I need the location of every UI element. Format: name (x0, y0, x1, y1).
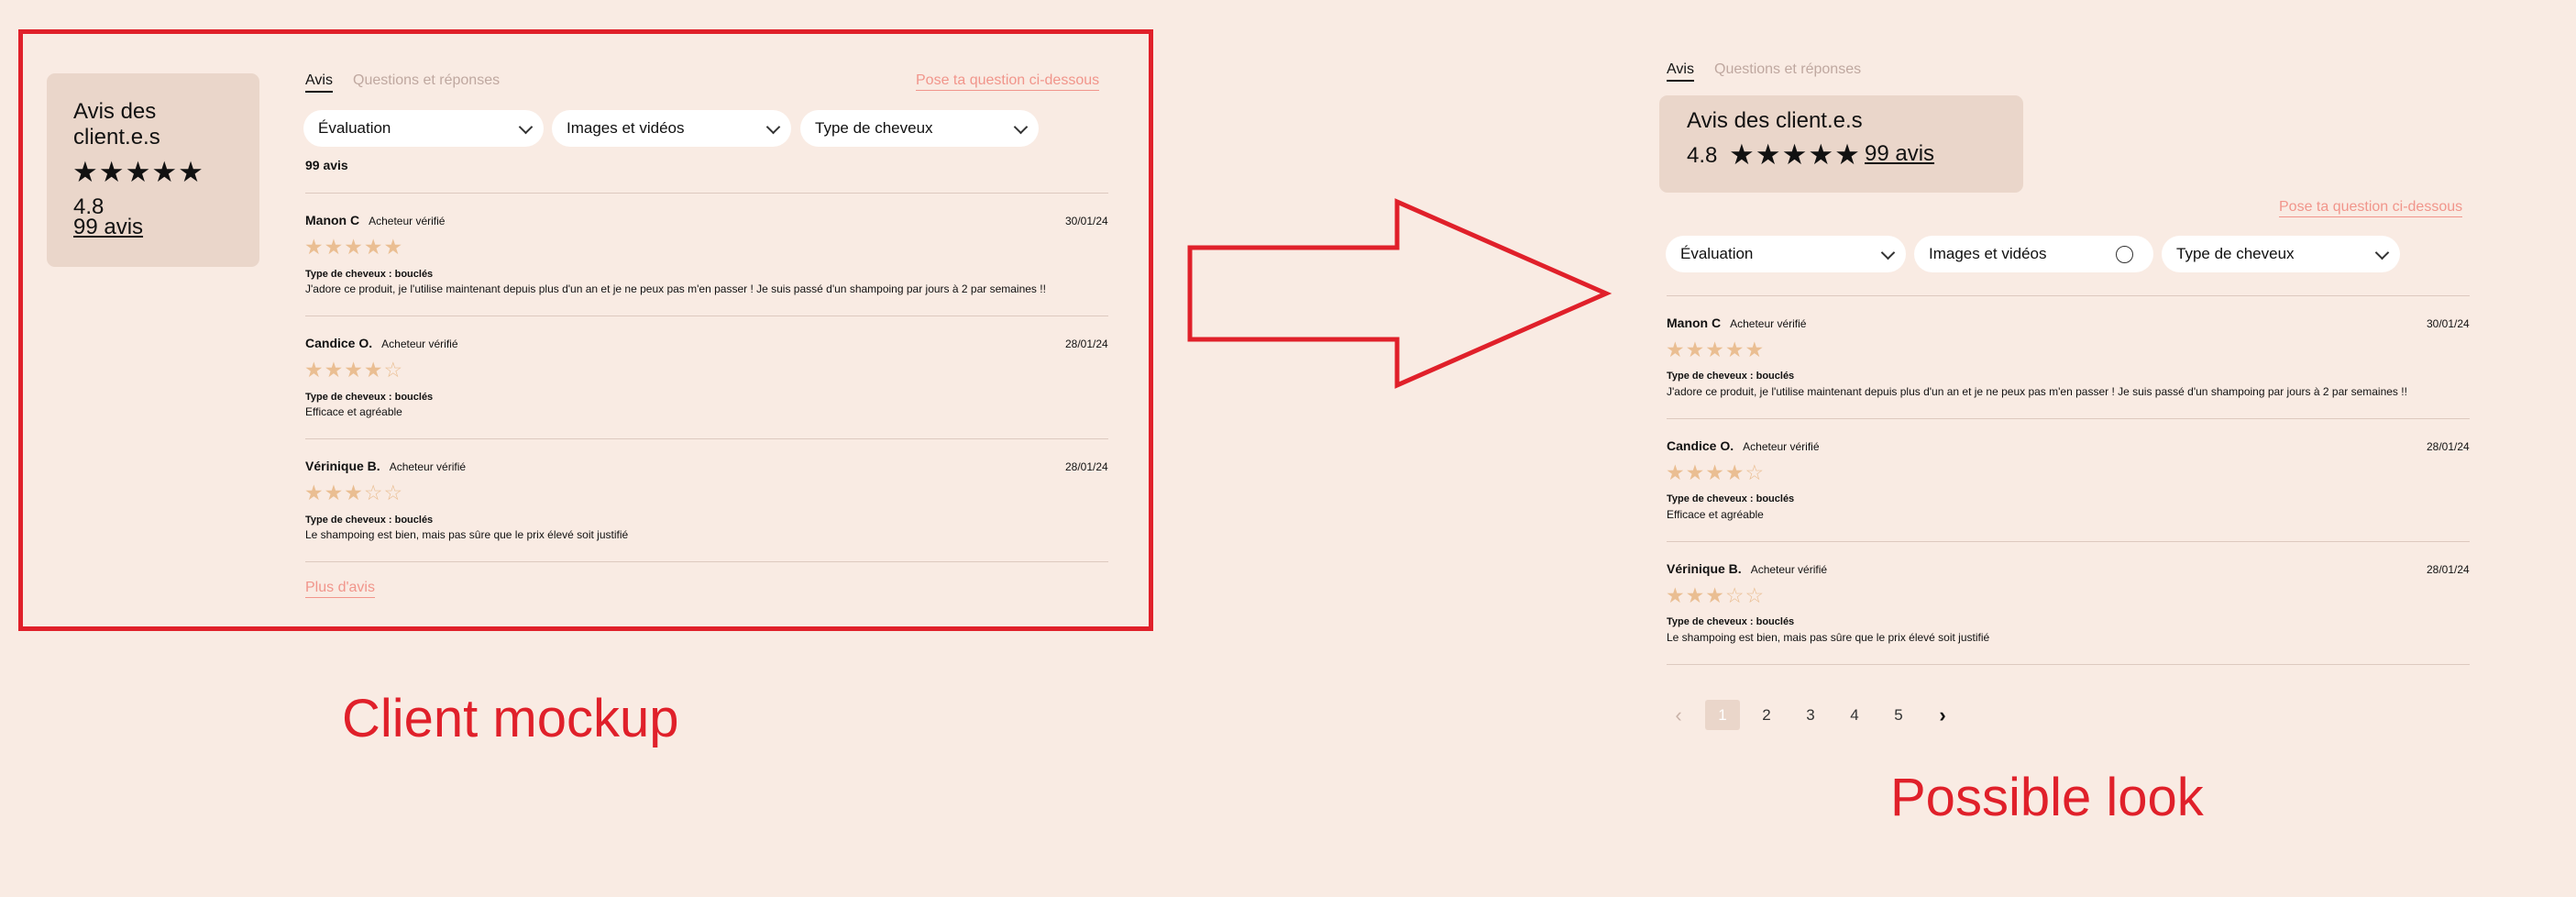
filter-media[interactable]: Images et vidéos (1914, 236, 2153, 272)
page-1-button[interactable]: 1 (1705, 700, 1740, 730)
radio-circle-icon (2116, 246, 2133, 263)
mockup-review-text: Efficace et agréable (305, 405, 402, 418)
tab-reviews[interactable]: Avis (1667, 61, 1694, 82)
mockup-review-stars: ★★★★☆ (304, 358, 404, 382)
review-stars: ★★★☆☆ (1666, 583, 1766, 607)
mockup-caption: Client mockup (342, 689, 679, 748)
arrow-right-icon (1187, 198, 1613, 389)
review-stars: ★★★★★ (1666, 338, 1766, 361)
mockup-review-hair-type: Type de cheveux : bouclés (305, 269, 434, 280)
chevron-down-icon (2374, 245, 2390, 260)
review-hair-type: Type de cheveux : bouclés (1667, 371, 1795, 382)
mockup-review-stars: ★★★★★ (304, 235, 404, 259)
mockup-review-hair-type: Type de cheveux : bouclés (305, 392, 434, 403)
mockup-summary-stars: ★★★★★ (72, 156, 204, 188)
divider (1667, 664, 2470, 665)
review-date: 28/01/24 (2427, 563, 2470, 576)
chevron-down-icon (1880, 245, 1896, 260)
review-date: 28/01/24 (2427, 440, 2470, 453)
mockup-filter-rating[interactable]: Évaluation (303, 110, 544, 147)
page-5-button[interactable]: 5 (1881, 700, 1916, 730)
mockup-summary-title: Avis des client.e.s (73, 99, 160, 150)
summary-rating: 4.8 (1687, 143, 1718, 168)
filter-hair-type[interactable]: Type de cheveux (2162, 236, 2400, 272)
mockup-review-count: 99 avis (305, 158, 348, 172)
divider (1667, 418, 2470, 419)
mockup-more-reviews-link[interactable]: Plus d'avis (305, 580, 375, 598)
summary-title: Avis des client.e.s (1687, 108, 1863, 133)
mockup-review-text: Le shampoing est bien, mais pas sûre que… (305, 528, 629, 541)
chevron-down-icon (1013, 119, 1029, 135)
review-date: 30/01/24 (2427, 317, 2470, 330)
mockup-summary-count-link[interactable]: 99 avis (73, 215, 143, 240)
divider (305, 193, 1108, 194)
mockup-review-author: Vérinique B. Acheteur vérifié (305, 459, 467, 473)
divider (1667, 541, 2470, 542)
mockup-review-author: Candice O. Acheteur vérifié (305, 336, 458, 350)
summary-stars: ★★★★★ (1729, 138, 1861, 171)
mockup-review-date: 28/01/24 (1065, 460, 1108, 473)
mockup-filter-hair-type[interactable]: Type de cheveux (800, 110, 1039, 147)
chevron-down-icon (518, 119, 534, 135)
mockup-review-stars: ★★★☆☆ (304, 481, 404, 504)
mockup-tab-reviews[interactable]: Avis (305, 72, 333, 93)
review-author: Manon C Acheteur vérifié (1667, 316, 1807, 330)
review-hair-type: Type de cheveux : bouclés (1667, 493, 1795, 504)
review-stars: ★★★★☆ (1666, 460, 1766, 484)
pagination: ‹ 1 2 3 4 5 › (1661, 700, 1960, 730)
mockup-filter-media[interactable]: Images et vidéos (552, 110, 791, 147)
filter-rating[interactable]: Évaluation (1666, 236, 1906, 272)
mockup-review-date: 30/01/24 (1065, 215, 1108, 227)
mockup-review-date: 28/01/24 (1065, 338, 1108, 350)
review-text: J'adore ce produit, je l'utilise mainten… (1667, 385, 2407, 398)
chevron-down-icon (765, 119, 781, 135)
divider (1667, 295, 2470, 296)
possible-caption: Possible look (1890, 768, 2204, 827)
mockup-review-text: J'adore ce produit, je l'utilise mainten… (305, 282, 1046, 295)
review-author: Candice O. Acheteur vérifié (1667, 438, 1820, 453)
mockup-review-hair-type: Type de cheveux : bouclés (305, 515, 434, 526)
page-2-button[interactable]: 2 (1749, 700, 1784, 730)
divider (305, 438, 1108, 439)
ask-question-link[interactable]: Pose ta question ci-dessous (2279, 199, 2463, 217)
page-3-button[interactable]: 3 (1793, 700, 1828, 730)
mockup-ask-question-link[interactable]: Pose ta question ci-dessous (916, 72, 1100, 91)
mockup-review-author: Manon C Acheteur vérifié (305, 213, 446, 227)
review-author: Vérinique B. Acheteur vérifié (1667, 561, 1828, 576)
review-text: Le shampoing est bien, mais pas sûre que… (1667, 631, 1990, 644)
mockup-tab-questions[interactable]: Questions et réponses (353, 72, 500, 89)
divider (305, 561, 1108, 562)
review-text: Efficace et agréable (1667, 508, 1764, 521)
summary-count-link[interactable]: 99 avis (1865, 141, 1934, 167)
page-4-button[interactable]: 4 (1837, 700, 1872, 730)
review-hair-type: Type de cheveux : bouclés (1667, 616, 1795, 627)
chevron-left-icon[interactable]: ‹ (1661, 700, 1696, 730)
tab-questions[interactable]: Questions et réponses (1714, 61, 1861, 78)
chevron-right-icon[interactable]: › (1925, 700, 1960, 730)
